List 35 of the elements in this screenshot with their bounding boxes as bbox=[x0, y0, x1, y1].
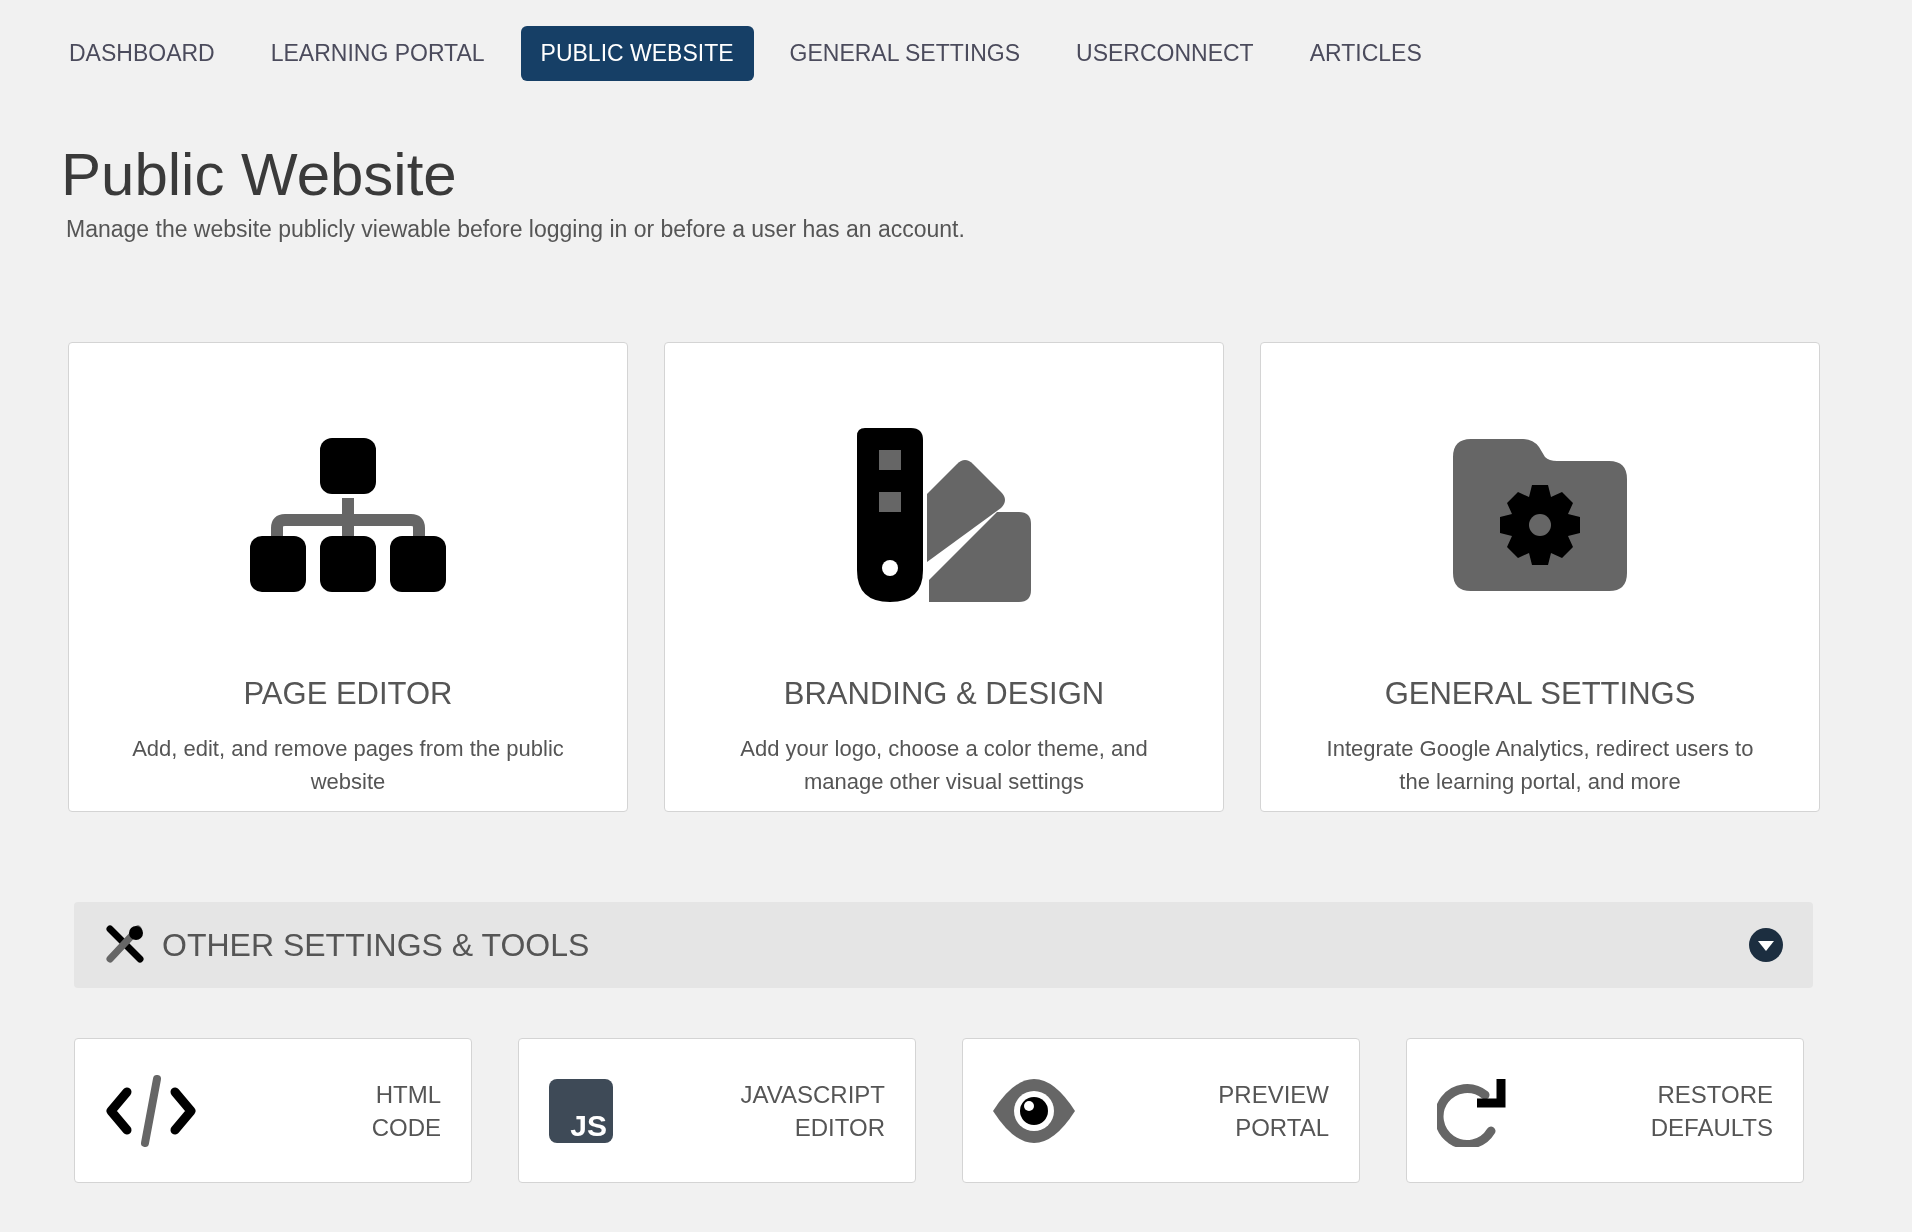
eye-icon bbox=[993, 1078, 1075, 1143]
javascript-icon: JS bbox=[549, 1078, 613, 1143]
nav-tab[interactable]: DASHBOARD bbox=[49, 26, 235, 81]
tool-label: JAVASCRIPT EDITOR bbox=[740, 1079, 885, 1143]
nav-tab[interactable]: GENERAL SETTINGS bbox=[769, 26, 1041, 81]
card-title: PAGE EDITOR bbox=[243, 675, 453, 713]
folder-gear-icon bbox=[1453, 439, 1627, 591]
tool-card[interactable]: RESTORE DEFAULTS bbox=[1406, 1038, 1804, 1183]
page-subtitle: Manage the website publicly viewable before logging in or before a user has an account. bbox=[66, 214, 966, 244]
tool-label: PREVIEW PORTAL bbox=[1218, 1079, 1329, 1143]
card-description: Add, edit, and remove pages from the public website bbox=[131, 734, 565, 796]
nav-tab[interactable]: PUBLIC WEBSITE bbox=[520, 26, 754, 81]
card-description: Add your logo, choose a color theme, and manage other visual settings bbox=[739, 734, 1149, 796]
accordion-title: OTHER SETTINGS & TOOLS bbox=[162, 926, 590, 965]
feature-card[interactable]: BRANDING & DESIGN Add your logo, choose a color theme, and manage other visual settings bbox=[664, 342, 1224, 812]
card-description: Integrate Google Analytics, redirect users to the learning portal, and more bbox=[1325, 734, 1755, 796]
tool-card[interactable]: JS JAVASCRIPT EDITOR bbox=[518, 1038, 916, 1183]
sitemap-icon bbox=[250, 438, 446, 592]
tool-card[interactable]: PREVIEW PORTAL bbox=[962, 1038, 1360, 1183]
nav-tab[interactable]: ARTICLES bbox=[1289, 26, 1442, 81]
card-title: GENERAL SETTINGS bbox=[1384, 675, 1696, 713]
feature-card[interactable]: PAGE EDITOR Add, edit, and remove pages from the public website bbox=[68, 342, 628, 812]
feature-card[interactable]: GENERAL SETTINGS Integrate Google Analytics, redirect users to the learning portal, and more bbox=[1260, 342, 1820, 812]
color-swatch-icon bbox=[857, 428, 1031, 602]
chevron-down-icon bbox=[1749, 928, 1783, 962]
code-icon bbox=[105, 1073, 197, 1148]
page-title: Public Website bbox=[61, 139, 458, 210]
accordion-header[interactable]: OTHER SETTINGS & TOOLS bbox=[74, 902, 1813, 988]
nav-tab[interactable]: LEARNING PORTAL bbox=[250, 26, 505, 81]
tool-label: RESTORE DEFAULTS bbox=[1650, 1079, 1773, 1143]
nav-tab[interactable]: USERCONNECT bbox=[1056, 26, 1274, 81]
tool-label: HTML CODE bbox=[371, 1079, 441, 1143]
card-title: BRANDING & DESIGN bbox=[783, 675, 1105, 713]
tools-icon bbox=[104, 925, 144, 965]
tool-card[interactable]: HTML CODE bbox=[74, 1038, 472, 1183]
